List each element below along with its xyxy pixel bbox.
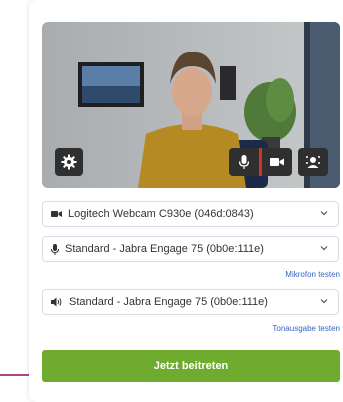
video-camera-icon (51, 211, 62, 217)
background-blur-icon (306, 156, 320, 168)
background-blur-button[interactable] (298, 148, 328, 176)
settings-button[interactable] (55, 148, 83, 176)
video-preview (42, 22, 340, 188)
prejoin-panel: Logitech Webcam C930e (046d:0843) Standa… (29, 0, 343, 402)
camera-select-label: Logitech Webcam C930e (046d:0843) (68, 208, 254, 220)
camera-toggle-button[interactable] (262, 148, 292, 176)
chevron-down-icon (320, 246, 328, 251)
camera-select[interactable]: Logitech Webcam C930e (046d:0843) (42, 201, 339, 227)
speaker-select[interactable]: Standard - Jabra Engage 75 (0b0e:111e) (42, 289, 339, 315)
test-audio-output-link[interactable]: Tonausgabe testen (272, 324, 340, 333)
camera-icon (270, 158, 284, 166)
gear-icon (61, 154, 77, 170)
join-now-button[interactable]: Jetzt beitreten (42, 350, 340, 382)
speaker-select-label: Standard - Jabra Engage 75 (0b0e:111e) (69, 296, 268, 308)
microphone-icon (51, 243, 59, 255)
chevron-down-icon (320, 299, 328, 304)
camera-preview-image (78, 22, 340, 188)
microphone-select[interactable]: Standard - Jabra Engage 75 (0b0e:111e) (42, 236, 339, 262)
microphone-select-label: Standard - Jabra Engage 75 (0b0e:111e) (65, 243, 264, 255)
test-microphone-link[interactable]: Mikrofon testen (285, 270, 340, 279)
microphone-icon (238, 155, 250, 169)
chevron-down-icon (320, 211, 328, 216)
speaker-icon (51, 297, 62, 307)
microphone-toggle-button[interactable] (229, 148, 259, 176)
